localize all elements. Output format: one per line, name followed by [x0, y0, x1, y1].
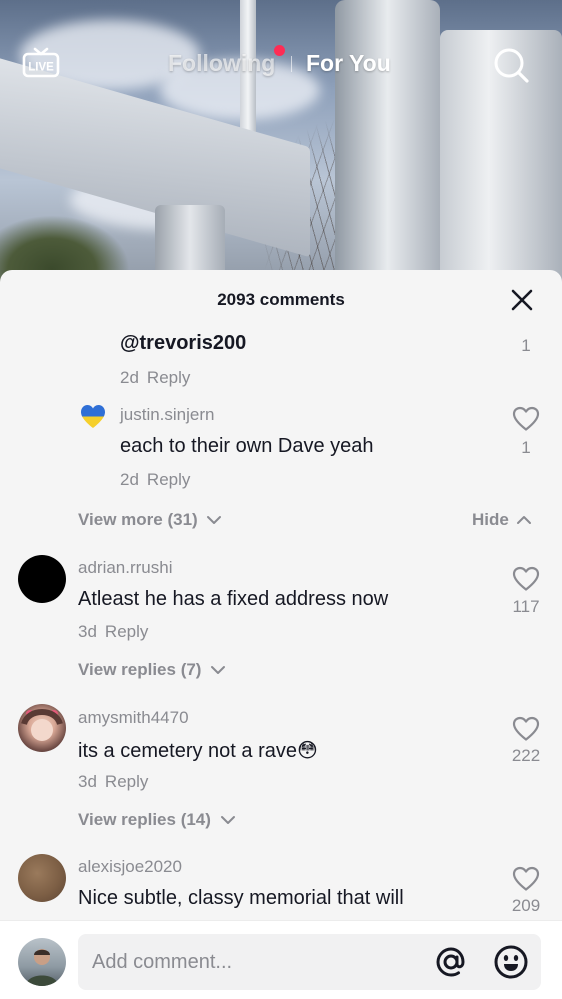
comment-meta: 3d Reply — [78, 622, 148, 642]
reply-button[interactable]: Reply — [147, 368, 190, 387]
reply-meta: 2d Reply — [120, 470, 190, 490]
comment-text: its a cemetery not a rave😳 — [78, 740, 318, 762]
comment-username[interactable]: alexisjoe2020 — [78, 857, 182, 877]
view-more-replies[interactable]: View more (31) — [78, 510, 222, 530]
chevron-down-icon — [220, 816, 235, 824]
heart-icon[interactable] — [512, 566, 540, 592]
comment-username[interactable]: adrian.rrushi — [78, 558, 173, 578]
avatar[interactable] — [18, 938, 66, 986]
reply-age: 2d — [120, 470, 139, 489]
close-icon[interactable] — [510, 288, 534, 312]
hide-replies[interactable]: Hide — [472, 510, 532, 530]
view-replies-label: View replies (14) — [78, 810, 211, 829]
emoji-icon[interactable] — [492, 943, 530, 981]
comment-composer — [0, 920, 562, 999]
comment-like-count: 222 — [511, 746, 541, 765]
view-more-label: View more (31) — [78, 510, 198, 529]
reply-button[interactable]: Reply — [105, 772, 148, 791]
reply-age: 2d — [120, 368, 139, 387]
comment-like-count: 117 — [512, 597, 540, 616]
chevron-down-icon — [207, 516, 222, 524]
heart-icon[interactable] — [512, 406, 540, 432]
avatar[interactable] — [18, 704, 66, 752]
comment-like-count: 209 — [511, 896, 541, 915]
reply-like-count: 1 — [521, 438, 531, 457]
ukraine-heart-icon[interactable] — [80, 404, 106, 430]
comment-age: 3d — [78, 772, 97, 791]
heart-icon[interactable] — [512, 716, 540, 742]
avatar[interactable] — [18, 555, 66, 603]
notification-dot — [274, 45, 285, 56]
comments-count-title: 2093 comments — [217, 290, 345, 309]
view-replies[interactable]: View replies (14) — [78, 810, 236, 830]
reply-meta: 2d Reply — [120, 368, 190, 388]
at-icon[interactable] — [432, 943, 470, 981]
comment-meta: 3d Reply — [78, 772, 148, 792]
comments-sheet: 2093 comments @trevoris200 1 2d Reply jus… — [0, 270, 562, 999]
comment-age: 3d — [78, 622, 97, 641]
tab-divider — [291, 56, 292, 72]
tab-following[interactable]: Following — [168, 50, 275, 77]
comment-text: Atleast he has a fixed address now — [78, 588, 389, 610]
top-navigation: LIVE Following For You — [0, 0, 562, 130]
comment-input[interactable] — [92, 934, 422, 990]
avatar[interactable] — [18, 854, 66, 902]
reply-button[interactable]: Reply — [105, 622, 148, 641]
tab-for-you[interactable]: For You — [306, 50, 391, 77]
heart-icon[interactable] — [512, 866, 540, 892]
comment-input-container — [78, 934, 541, 990]
reply-button[interactable]: Reply — [147, 470, 190, 489]
reply-text: each to their own Dave yeah — [120, 435, 374, 457]
reply-like-count: 1 — [521, 336, 531, 355]
view-replies[interactable]: View replies (7) — [78, 660, 226, 680]
live-icon[interactable]: LIVE — [22, 46, 60, 78]
chevron-up-icon — [516, 516, 531, 524]
search-icon[interactable] — [492, 46, 530, 84]
live-label: LIVE — [28, 62, 54, 74]
view-replies-label: View replies (7) — [78, 660, 202, 679]
reply-mention[interactable]: @trevoris200 — [120, 332, 246, 355]
comment-text: Nice subtle, classy memorial that will — [78, 887, 404, 909]
chevron-down-icon — [211, 666, 226, 674]
reply-username[interactable]: justin.sinjern — [120, 405, 215, 425]
comment-username[interactable]: amysmith4470 — [78, 708, 189, 728]
hide-label: Hide — [472, 510, 509, 529]
